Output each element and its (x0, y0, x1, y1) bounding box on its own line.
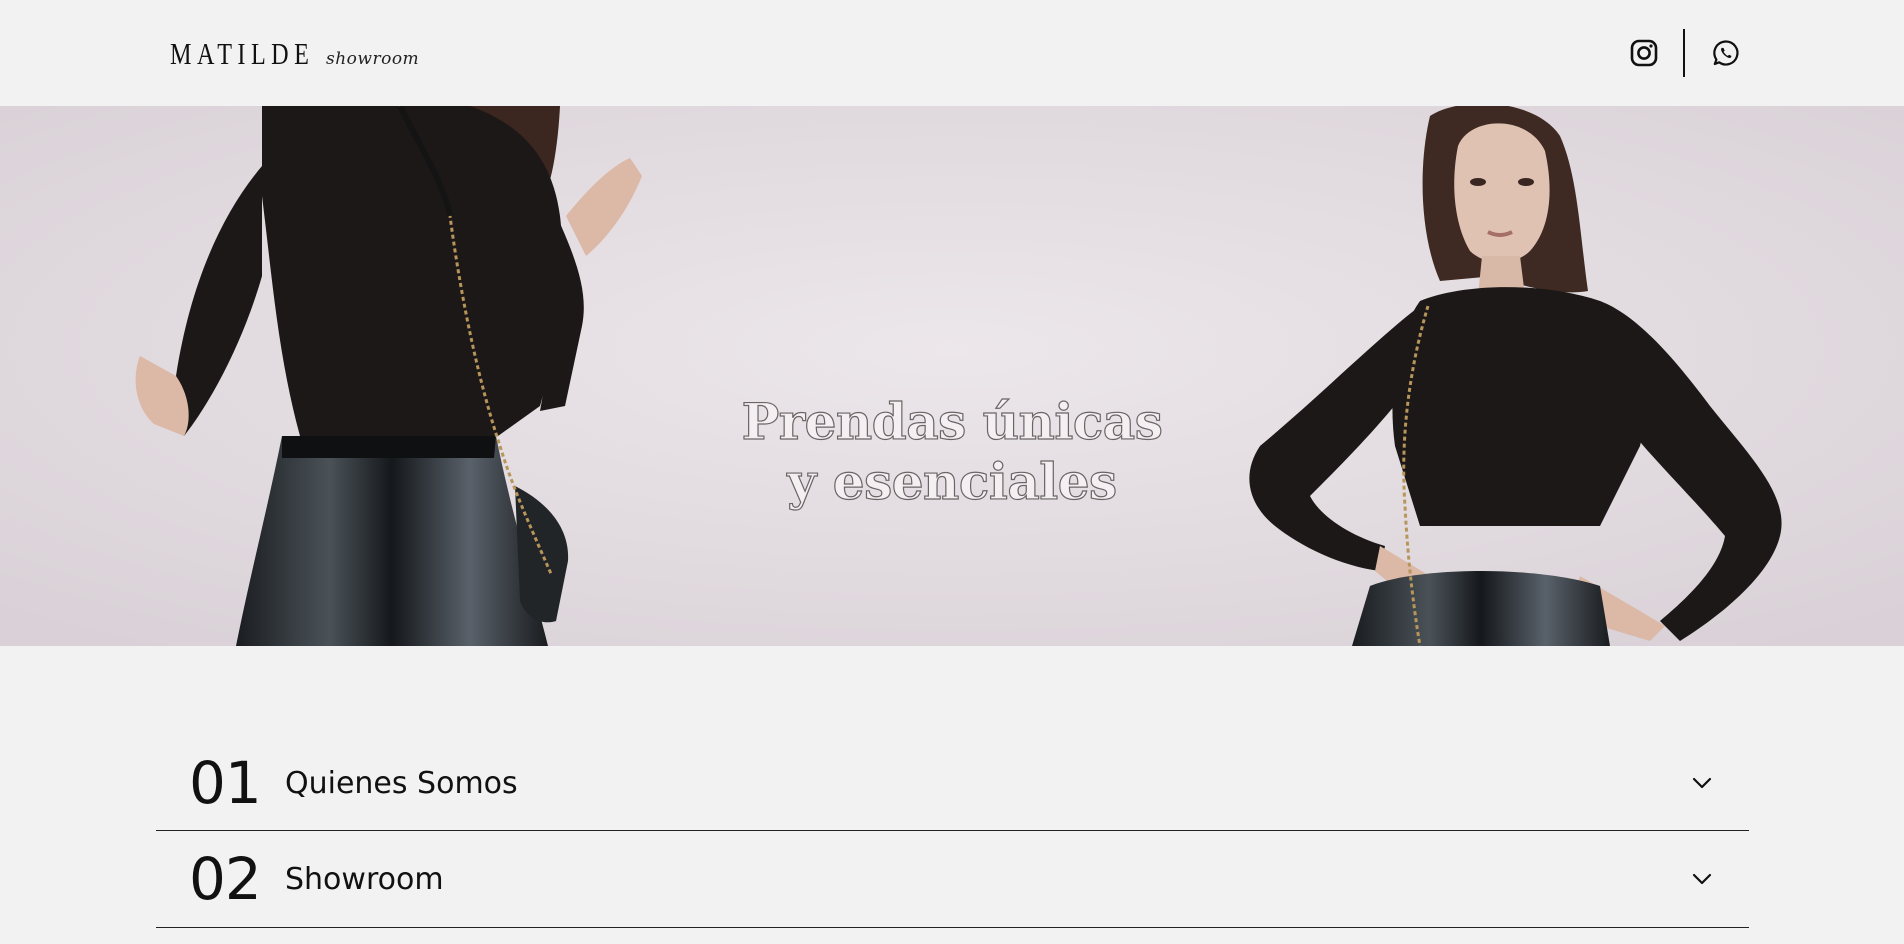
hero-photo (0, 106, 1904, 646)
hero-title: Prendas únicas y esenciales (0, 391, 1904, 512)
instagram-icon[interactable] (1629, 38, 1659, 68)
logo-wordmark: MATILDE (170, 36, 315, 71)
brand-logo[interactable]: MATILDE showroom (170, 36, 419, 72)
accordion-label: Showroom (285, 861, 444, 897)
site-header: MATILDE showroom (0, 0, 1904, 106)
accordion-number: 02 (189, 845, 262, 913)
chevron-down-icon[interactable] (1691, 872, 1713, 886)
accordion-label: Quienes Somos (285, 765, 518, 801)
accordion: 01 Quienes Somos 02 Showroom (156, 736, 1749, 928)
accordion-item-quienes-somos[interactable]: 01 Quienes Somos (156, 736, 1749, 831)
whatsapp-icon[interactable] (1711, 38, 1741, 68)
social-links (1629, 28, 1741, 78)
hero-title-line1: Prendas únicas (741, 391, 1163, 451)
hero-banner: Prendas únicas y esenciales (0, 106, 1904, 646)
hero-title-line2: y esenciales (787, 451, 1118, 511)
chevron-down-icon[interactable] (1691, 776, 1713, 790)
logo-subtitle: showroom (326, 49, 420, 69)
social-divider (1683, 29, 1685, 77)
accordion-number: 01 (189, 749, 262, 817)
accordion-item-showroom[interactable]: 02 Showroom (156, 831, 1749, 928)
